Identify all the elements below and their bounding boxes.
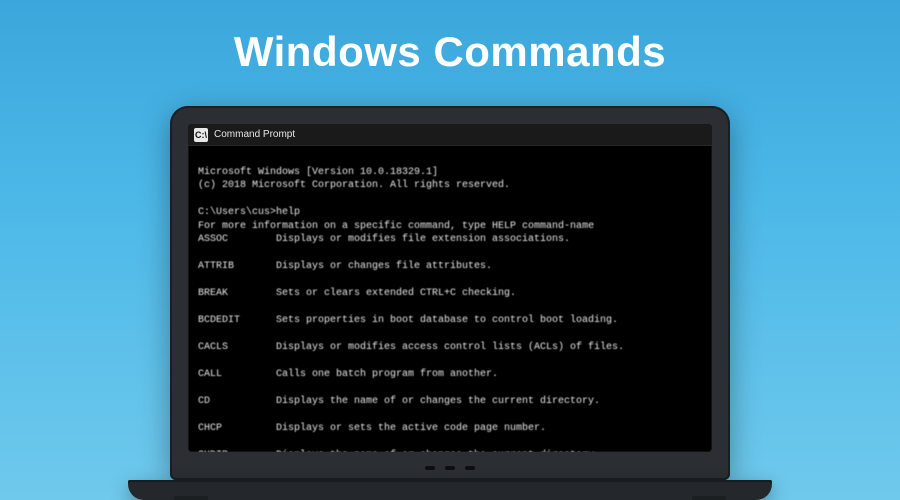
page-title: Windows Commands [0,0,900,76]
laptop-lid: C:\ Command Prompt Microsoft Windows [Ve… [170,106,730,480]
command-name: ASSOC [198,233,276,247]
command-name: CACLS [198,341,276,355]
table-row: CHDIRDisplays the name of or changes the… [198,449,704,452]
command-name: CHCP [198,422,276,436]
command-name: CD [198,395,276,409]
help-intro: For more information on a specific comma… [198,221,594,232]
table-row: BCDEDITSets properties in boot database … [198,314,704,328]
command-desc: Displays or modifies access control list… [276,341,704,355]
command-name: BREAK [198,287,276,301]
command-desc: Displays or sets the active code page nu… [276,422,704,436]
command-desc: Sets or clears extended CTRL+C checking. [276,287,704,301]
laptop-frame: C:\ Command Prompt Microsoft Windows [Ve… [170,106,730,500]
table-row: CACLSDisplays or modifies access control… [198,341,704,355]
command-desc: Displays the name of or changes the curr… [276,449,704,452]
command-desc: Calls one batch program from another. [276,368,704,382]
table-row: CHCPDisplays or sets the active code pag… [198,422,704,436]
screen: C:\ Command Prompt Microsoft Windows [Ve… [188,124,712,452]
laptop-hinge [425,466,475,470]
version-line: Microsoft Windows [Version 10.0.18329.1] [198,167,438,178]
cmd-icon: C:\ [194,128,208,142]
window-titlebar: C:\ Command Prompt [188,124,712,146]
command-name: CHDIR [198,449,276,452]
table-row: CALLCalls one batch program from another… [198,368,704,382]
laptop-base [128,480,772,500]
table-row: CDDisplays the name of or changes the cu… [198,395,704,409]
command-desc: Displays or modifies file extension asso… [276,233,704,247]
command-name: ATTRIB [198,260,276,274]
window-title: Command Prompt [214,129,295,140]
command-name: CALL [198,368,276,382]
table-row: BREAKSets or clears extended CTRL+C chec… [198,287,704,301]
command-desc: Displays the name of or changes the curr… [276,395,704,409]
command-name: BCDEDIT [198,314,276,328]
table-row: ATTRIBDisplays or changes file attribute… [198,260,704,274]
command-desc: Displays or changes file attributes. [276,260,704,274]
table-row: ASSOCDisplays or modifies file extension… [198,233,704,247]
terminal-output: Microsoft Windows [Version 10.0.18329.1]… [188,146,712,452]
copyright-line: (c) 2018 Microsoft Corporation. All righ… [198,180,510,191]
command-desc: Sets properties in boot database to cont… [276,314,704,328]
prompt-line: C:\Users\cus>help [198,207,300,218]
